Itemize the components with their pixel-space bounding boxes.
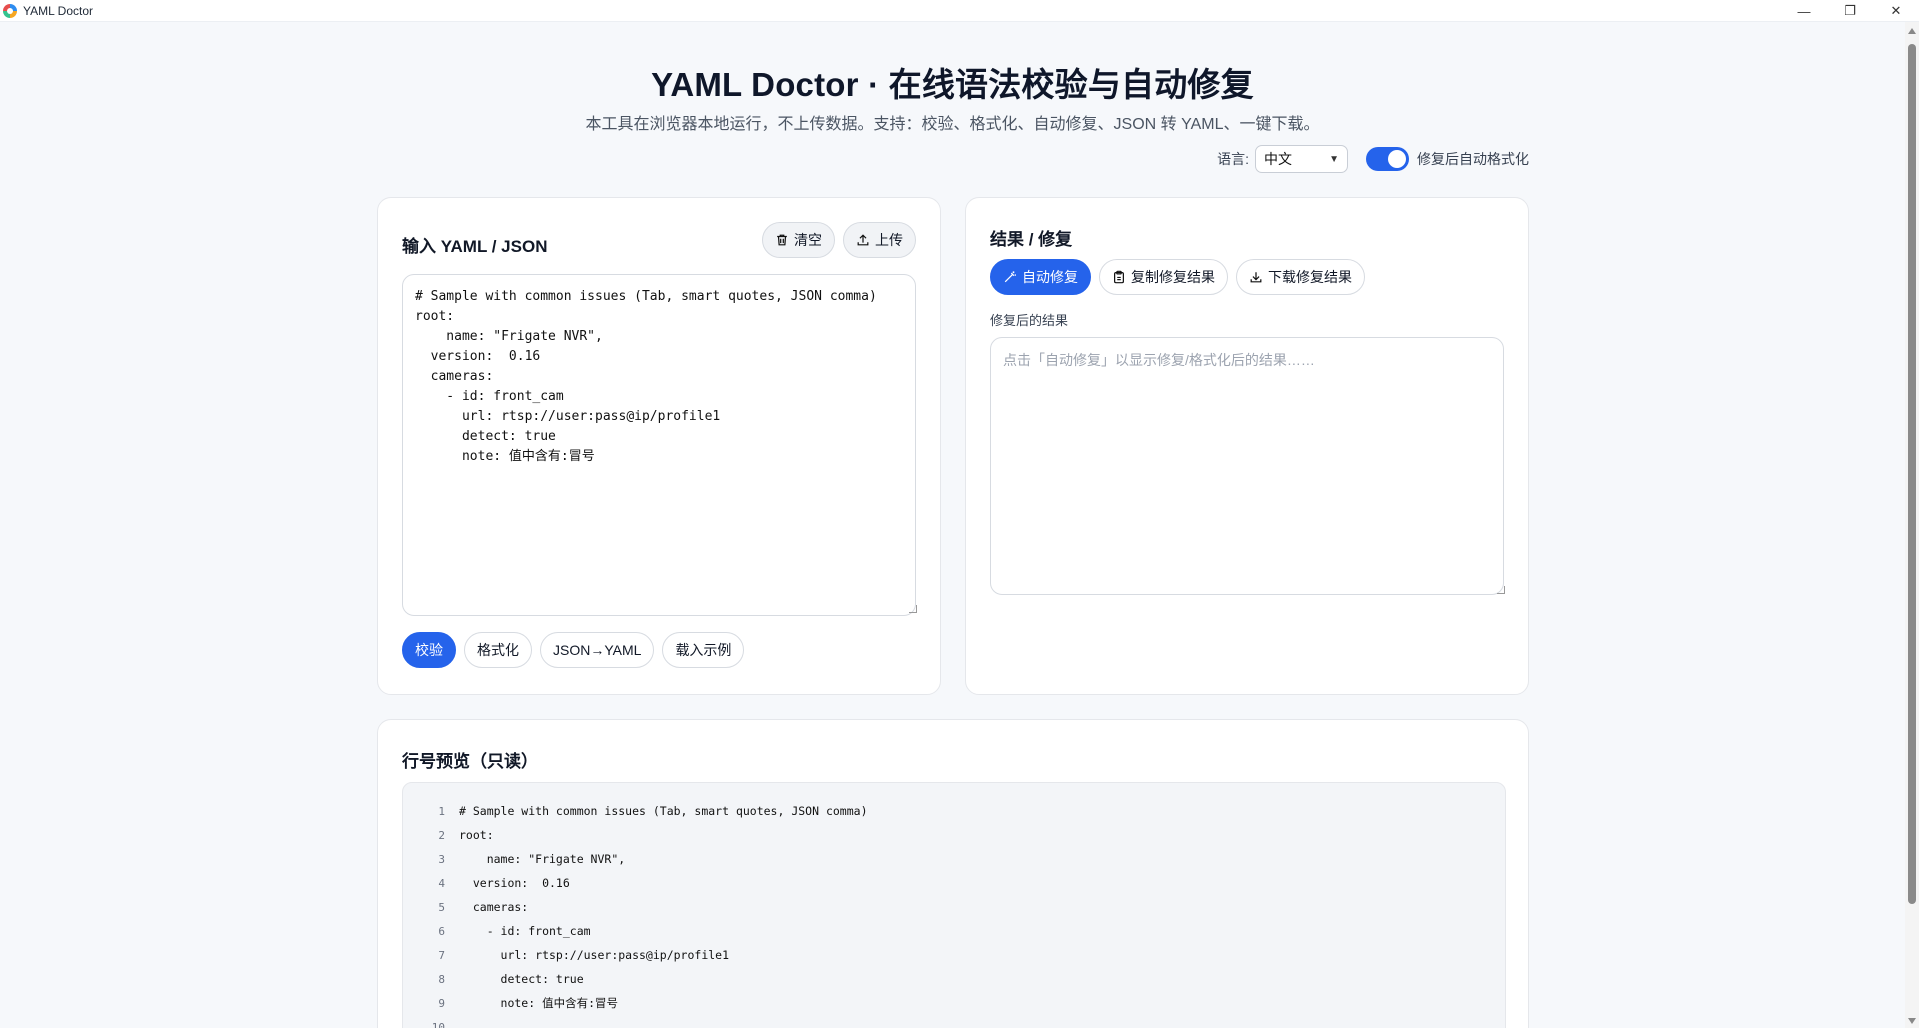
page-scrollbar[interactable] <box>1905 22 1919 1028</box>
validate-button[interactable]: 校验 <box>402 632 456 668</box>
restore-button[interactable]: ❐ <box>1827 0 1873 22</box>
auto-format-label: 修复后自动格式化 <box>1417 151 1529 167</box>
copy-result-label: 复制修复结果 <box>1131 269 1215 285</box>
format-button[interactable]: 格式化 <box>464 632 532 668</box>
preview-line: 5 cameras: <box>403 895 1505 919</box>
toggle-knob <box>1388 150 1406 168</box>
minimize-button[interactable]: — <box>1781 0 1827 22</box>
input-tools: 清空 上传 <box>762 222 916 258</box>
result-actions: 自动修复 复制修复结果 下载修复结果 <box>990 259 1365 295</box>
result-card-title: 结果 / 修复 <box>990 230 1073 249</box>
yaml-input-editor[interactable]: # Sample with common issues (Tab, smart … <box>402 274 916 616</box>
preview-line: 9 note: 值中含有:冒号 <box>403 991 1505 1015</box>
line-code: - id: front_cam <box>459 924 591 938</box>
download-icon <box>1250 272 1262 283</box>
line-number: 2 <box>438 828 445 842</box>
scroll-up-arrow-icon[interactable] <box>1908 28 1916 34</box>
language-select-value: 中文 <box>1264 151 1292 167</box>
autofix-button-label: 自动修复 <box>1022 269 1078 285</box>
result-card: 结果 / 修复 自动修复 复制修复结果 下载修复结果 修复后的结果 点击「自动修… <box>965 197 1529 695</box>
input-card-title: 输入 YAML / JSON <box>402 237 548 256</box>
line-code: note: 值中含有:冒号 <box>459 996 619 1010</box>
app-logo-icon <box>3 3 17 18</box>
line-code: url: rtsp://user:pass@ip/profile1 <box>459 948 730 962</box>
line-code: name: "Frigate NVR", <box>459 852 626 866</box>
input-card: 输入 YAML / JSON 清空 上传 # Sample with commo… <box>377 197 941 695</box>
line-preview-card: 行号预览（只读） 1 # Sample with common issues (T… <box>377 719 1529 1028</box>
upload-button[interactable]: 上传 <box>843 222 916 258</box>
line-number: 10 <box>431 1020 445 1028</box>
line-code: detect: true <box>459 972 584 986</box>
line-number: 4 <box>438 876 445 890</box>
clear-button-label: 清空 <box>794 232 822 248</box>
window-controls: — ❐ ✕ <box>1781 0 1919 22</box>
preview-line: 8 detect: true <box>403 967 1505 991</box>
line-number: 1 <box>438 804 445 818</box>
preview-card-title: 行号预览（只读） <box>402 752 538 771</box>
window-title: YAML Doctor <box>23 3 94 18</box>
json-to-yaml-button[interactable]: JSON→YAML <box>540 632 655 668</box>
load-sample-button[interactable]: 载入示例 <box>662 632 745 668</box>
close-button[interactable]: ✕ <box>1873 0 1919 22</box>
resize-grip-icon[interactable] <box>909 605 917 613</box>
preview-line: 6 - id: front_cam <box>403 919 1505 943</box>
chevron-down-icon: ▼ <box>1329 153 1339 165</box>
trash-icon <box>777 234 787 246</box>
page-title: YAML Doctor · 在线语法校验与自动修复 <box>651 66 1254 103</box>
resize-grip-icon[interactable] <box>1497 586 1505 594</box>
preview-line: 2 root: <box>403 823 1505 847</box>
line-code: cameras: <box>459 900 529 914</box>
download-result-button[interactable]: 下载修复结果 <box>1236 259 1365 295</box>
settings-row: 语言: 中文 ▼ 修复后自动格式化 <box>1217 145 1529 173</box>
line-code: root: <box>459 828 494 842</box>
page-subtitle: 本工具在浏览器本地运行，不上传数据。支持：校验、格式化、自动修复、JSON 转 … <box>585 116 1320 133</box>
autofix-button[interactable]: 自动修复 <box>990 259 1091 295</box>
result-output-field[interactable]: 点击「自动修复」以显示修复/格式化后的结果…… <box>990 337 1504 595</box>
upload-icon <box>857 234 869 246</box>
clipboard-icon <box>1114 270 1124 284</box>
auto-format-toggle[interactable] <box>1366 147 1409 171</box>
line-code: # Sample with common issues (Tab, smart … <box>459 804 868 818</box>
input-actions: 校验 格式化 JSON→YAML 载入示例 <box>402 632 745 668</box>
line-number: 3 <box>438 852 445 866</box>
clear-button[interactable]: 清空 <box>762 222 835 258</box>
line-number: 7 <box>438 948 445 962</box>
result-field-label: 修复后的结果 <box>990 313 1069 328</box>
preview-line: 1 # Sample with common issues (Tab, smart… <box>403 799 1505 823</box>
line-number: 9 <box>438 996 445 1010</box>
line-code: version: 0.16 <box>459 876 570 890</box>
language-label: 语言: <box>1217 151 1249 167</box>
upload-button-label: 上传 <box>875 232 903 248</box>
language-select[interactable]: 中文 ▼ <box>1255 145 1348 173</box>
preview-line: 3 name: "Frigate NVR", <box>403 847 1505 871</box>
download-result-label: 下载修复结果 <box>1268 269 1352 285</box>
line-preview-box: 1 # Sample with common issues (Tab, smart… <box>402 782 1506 1028</box>
line-number: 6 <box>438 924 445 938</box>
scrollbar-thumb[interactable] <box>1908 44 1916 904</box>
preview-line: 4 version: 0.16 <box>403 871 1505 895</box>
preview-line: 7 url: rtsp://user:pass@ip/profile1 <box>403 943 1505 967</box>
line-number: 5 <box>438 900 445 914</box>
line-number: 8 <box>438 972 445 986</box>
copy-result-button[interactable]: 复制修复结果 <box>1099 259 1228 295</box>
scroll-down-arrow-icon[interactable] <box>1908 1018 1916 1024</box>
magic-wand-icon <box>1004 271 1016 283</box>
preview-line: 10 <box>403 1015 1505 1028</box>
window-titlebar: YAML Doctor — ❐ ✕ <box>0 0 1919 22</box>
